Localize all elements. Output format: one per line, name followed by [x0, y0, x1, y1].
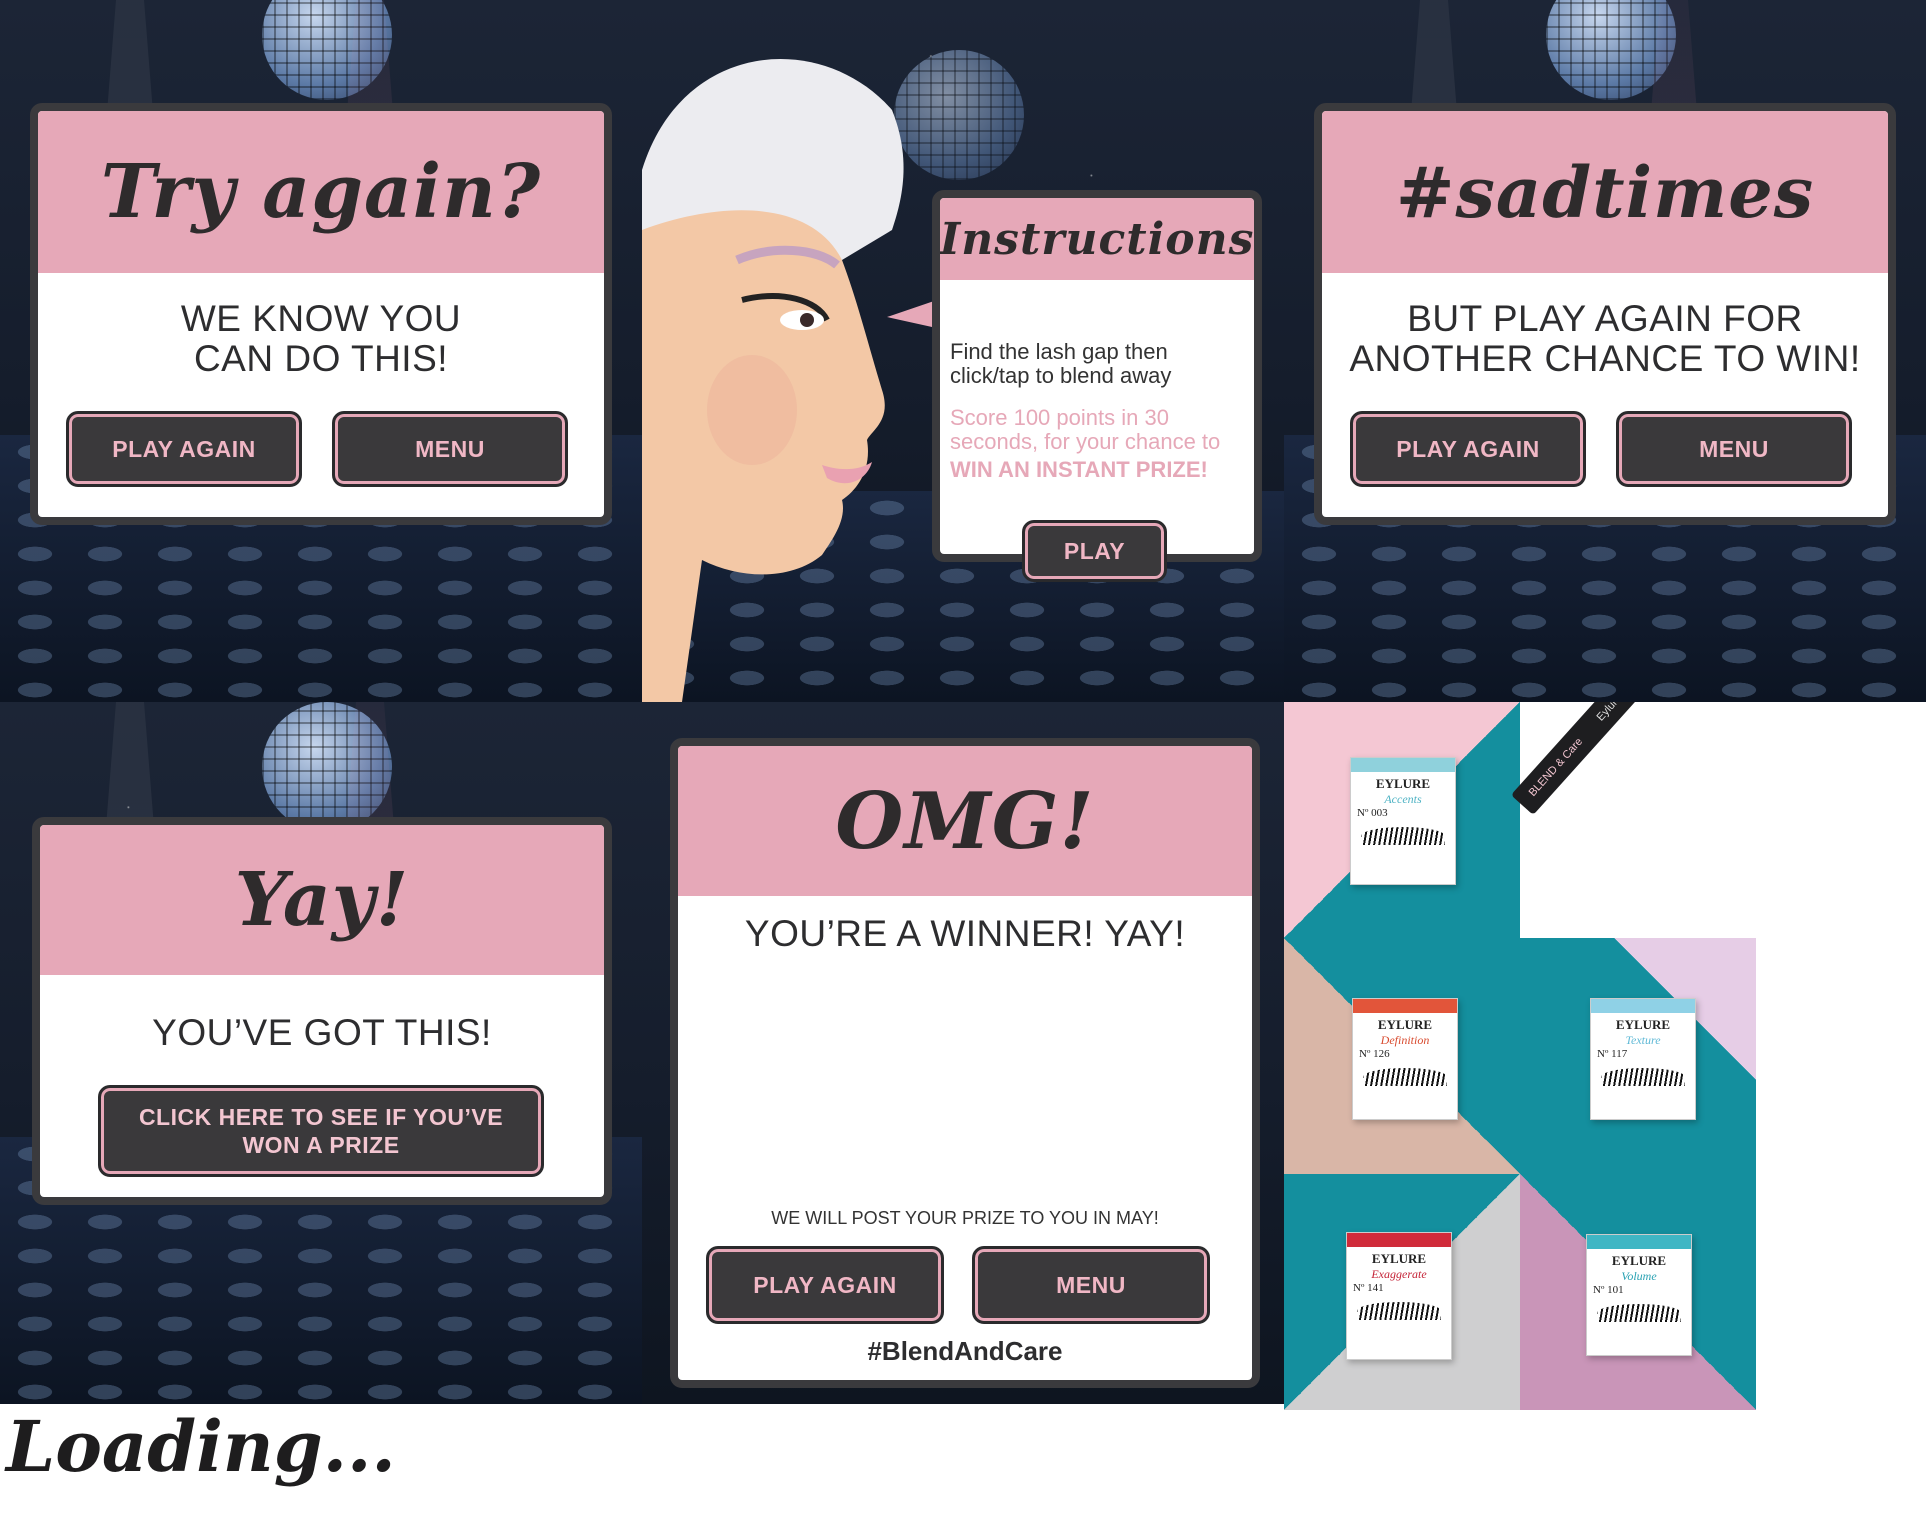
see-prize-button[interactable]: CLICK HERE TO SEE IF YOU’VE WON A PRIZE: [98, 1085, 544, 1177]
hashtag: #BlendAndCare: [867, 1336, 1063, 1366]
play-button[interactable]: PLAY: [1022, 520, 1167, 582]
lash-strip: [1361, 827, 1445, 845]
dialog-header: Try again?: [38, 111, 604, 273]
dialog-card: Try again? WE KNOW YOU CAN DO THIS! PLAY…: [30, 103, 612, 525]
winner-screen: OMG! YOU’RE A WINNER! YAY! WE WILL POST …: [642, 702, 1284, 1404]
lash-product-box: EYLURE Definition Nº 126: [1352, 998, 1458, 1120]
menu-button[interactable]: MENU: [332, 411, 568, 487]
loading-text: Loading...: [6, 1405, 396, 1488]
product-grid: EYLURE Accents Nº 003 EYLURE Definition …: [1284, 702, 1926, 1414]
dialog-header: #sadtimes: [1322, 111, 1888, 273]
product-tab: [1347, 1233, 1451, 1247]
lash-product-box: EYLURE Volume Nº 101: [1586, 1234, 1692, 1356]
dialog-title: #sadtimes: [1395, 150, 1815, 234]
lash-strip: [1601, 1068, 1685, 1086]
lash-product-box: EYLURE Exaggerate Nº 141: [1346, 1232, 1452, 1360]
dialog-header: Yay!: [40, 825, 604, 975]
dialog-title: Try again?: [100, 149, 542, 235]
play-again-button[interactable]: PLAY AGAIN: [66, 411, 302, 487]
dialog-message: YOU’VE GOT THIS!: [152, 1012, 492, 1053]
instructions-text: Find the lash gap then click/tap to blen…: [950, 339, 1221, 482]
lash-strip: [1363, 1068, 1447, 1086]
dialog-header: OMG!: [678, 746, 1252, 896]
dialog-title: OMG!: [835, 775, 1095, 867]
sadtimes-screen: #sadtimes BUT PLAY AGAIN FOR ANOTHER CHA…: [1284, 0, 1926, 702]
dialog-message: WE KNOW YOU CAN DO THIS!: [180, 298, 462, 379]
post-note: WE WILL POST YOUR PRIZE TO YOU IN MAY!: [771, 1208, 1159, 1228]
blend-care-pen: BLEND & Care Eylure ♡: [1510, 702, 1691, 816]
winner-card: OMG! YOU’RE A WINNER! YAY! WE WILL POST …: [670, 738, 1260, 1388]
product-tab: [1351, 758, 1455, 772]
menu-button[interactable]: MENU: [972, 1246, 1210, 1324]
winner-message: YOU’RE A WINNER! YAY!: [744, 913, 1186, 954]
dialog-card: #sadtimes BUT PLAY AGAIN FOR ANOTHER CHA…: [1314, 103, 1896, 525]
lash-strip: [1357, 1302, 1441, 1320]
product-tab: [1353, 999, 1457, 1013]
lash-product-box: EYLURE Texture Nº 117: [1590, 998, 1696, 1120]
try-again-screen: Try again? WE KNOW YOU CAN DO THIS! PLAY…: [0, 0, 642, 702]
lash-strip: [1597, 1304, 1681, 1322]
pen-body: BLEND & Care Eylure: [1510, 702, 1641, 816]
play-again-button[interactable]: PLAY AGAIN: [706, 1246, 944, 1324]
dialog-card: Yay! YOU’VE GOT THIS! CLICK HERE TO SEE …: [32, 817, 612, 1205]
instructions-card: Instructions Find the lash gap then clic…: [932, 190, 1262, 562]
dialog-title: Yay!: [234, 857, 410, 943]
product-tab: [1591, 999, 1695, 1013]
dialog-header: Instructions: [940, 198, 1254, 280]
dialog-message: BUT PLAY AGAIN FOR ANOTHER CHANCE TO WIN…: [1349, 298, 1861, 379]
dialog-title: Instructions: [939, 213, 1255, 265]
product-tab: [1587, 1235, 1691, 1249]
yay-screen: Yay! YOU’VE GOT THIS! CLICK HERE TO SEE …: [0, 702, 642, 1404]
menu-button[interactable]: MENU: [1616, 411, 1852, 487]
play-again-button[interactable]: PLAY AGAIN: [1350, 411, 1586, 487]
instructions-screen: Instructions Find the lash gap then clic…: [642, 0, 1284, 702]
lash-product-box: EYLURE Accents Nº 003: [1350, 757, 1456, 885]
